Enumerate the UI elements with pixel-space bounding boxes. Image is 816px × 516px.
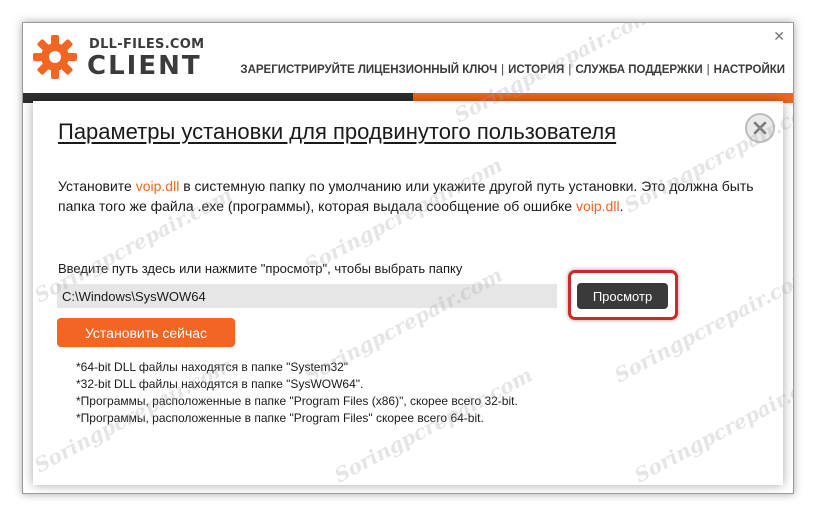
notes-list: *64-bit DLL файлы находятся в папке "Sys… xyxy=(76,359,518,427)
nav-separator: | xyxy=(706,64,710,76)
dll-name-link: voip.dll xyxy=(135,178,180,194)
note-item: *32-bit DLL файлы находятся в папке "Sys… xyxy=(76,377,364,391)
dialog-description: Установите voip.dll в системную папку по… xyxy=(58,176,758,216)
note-item: *Программы, расположенные в папке "Progr… xyxy=(76,394,518,408)
dialog-title: Параметры установки для продвинутого пол… xyxy=(58,119,617,144)
close-icon xyxy=(753,121,767,135)
nav-register-key[interactable]: ЗАРЕГИСТРИРУЙТЕ ЛИЦЕНЗИОННЫЙ КЛЮЧ xyxy=(240,64,497,76)
install-now-button[interactable]: Установить сейчас xyxy=(57,318,235,347)
app-header: DLL-FILES.COM CLIENT ✕ ЗАРЕГИСТРИРУЙТЕ Л… xyxy=(23,23,793,93)
top-nav: ЗАРЕГИСТРИРУЙТЕ ЛИЦЕНЗИОННЫЙ КЛЮЧ | ИСТОРИ… xyxy=(240,64,785,76)
nav-separator: | xyxy=(501,64,505,76)
gear-logo-icon xyxy=(33,35,77,79)
nav-settings[interactable]: НАСТРОЙКИ xyxy=(714,64,785,76)
window-close-icon[interactable]: ✕ xyxy=(773,29,785,43)
brand-subtitle: DLL-FILES.COM xyxy=(89,37,205,52)
nav-separator: | xyxy=(568,64,572,76)
browse-button[interactable]: Просмотр xyxy=(577,283,668,309)
dll-name-link: voip.dll xyxy=(575,198,620,214)
desc-text: Установите xyxy=(58,178,136,194)
note-item: *64-bit DLL файлы находятся в папке "Sys… xyxy=(76,360,349,374)
desc-text: . xyxy=(619,198,624,214)
brand-title: CLIENT xyxy=(87,51,202,81)
install-path-input[interactable] xyxy=(57,284,557,308)
nav-support[interactable]: СЛУЖБА ПОДДЕРЖКИ xyxy=(575,64,702,76)
dialog-close-button[interactable] xyxy=(745,113,775,143)
path-label: Введите путь здесь или нажмите "просмотр… xyxy=(58,261,463,276)
nav-history[interactable]: ИСТОРИЯ xyxy=(508,64,564,76)
advanced-install-dialog: Параметры установки для продвинутого пол… xyxy=(33,101,783,485)
app-window: DLL-FILES.COM CLIENT ✕ ЗАРЕГИСТРИРУЙТЕ Л… xyxy=(22,22,794,494)
note-item: *Программы, расположенные в папке "Progr… xyxy=(76,411,484,425)
